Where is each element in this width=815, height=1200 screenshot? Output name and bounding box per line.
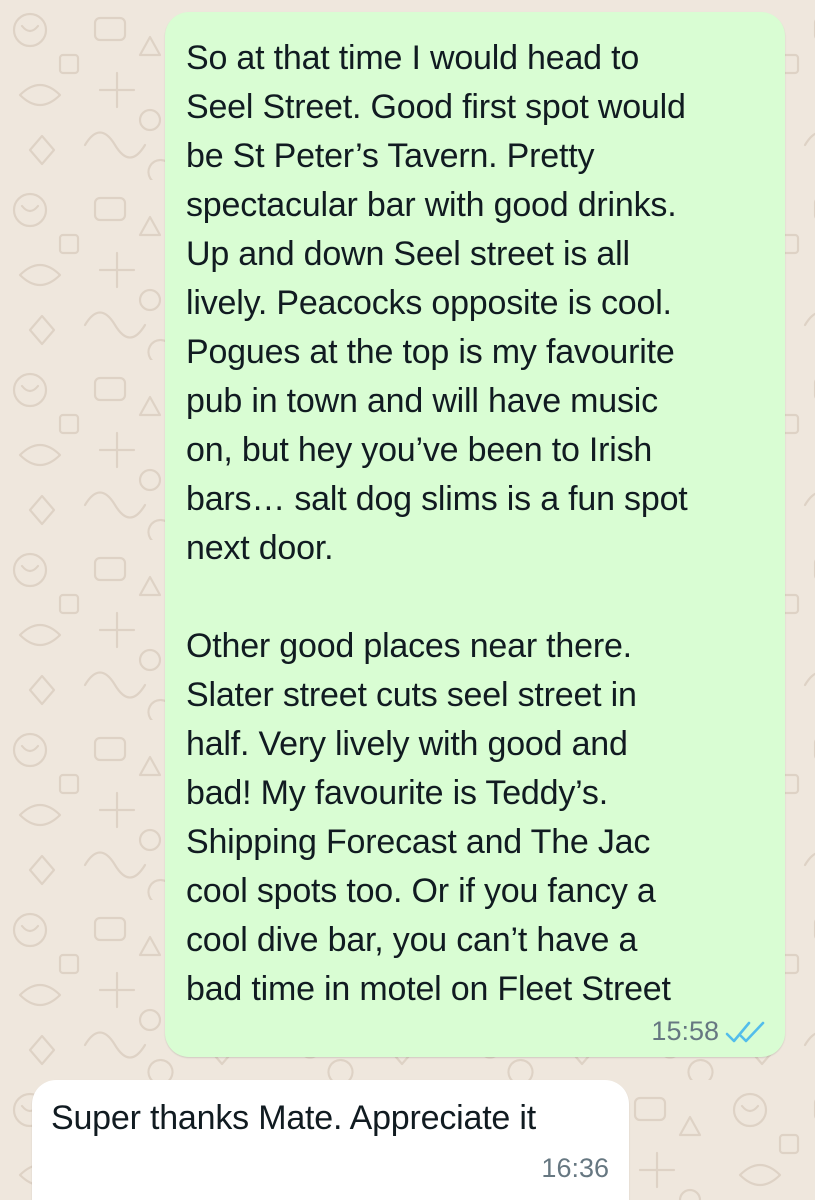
double-check-read-icon [725, 1021, 765, 1042]
message-time: 15:58 [651, 1016, 719, 1046]
message-paragraph: Super thanks Mate. Appreciate it [51, 1099, 536, 1137]
message-meta: 16:36 [541, 1153, 609, 1184]
message-paragraph: Other good places near there. Slater str… [186, 627, 671, 1008]
outgoing-message-bubble[interactable]: So at that time I would head to Seel Str… [165, 12, 785, 1057]
chat-area[interactable]: So at that time I would head to Seel Str… [0, 0, 815, 1200]
message-time: 16:36 [541, 1153, 609, 1183]
incoming-message-bubble[interactable]: Super thanks Mate. Appreciate it 16:36 [32, 1080, 629, 1200]
message-paragraph: So at that time I would head to Seel Str… [186, 39, 688, 567]
message-meta: 15:58 [651, 1016, 767, 1047]
